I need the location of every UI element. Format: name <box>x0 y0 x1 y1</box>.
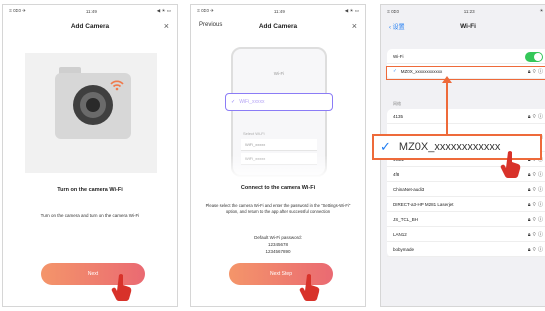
status-right: ◀ ☀ ▭ <box>156 8 171 13</box>
password-2: 1234567890 <box>265 249 291 254</box>
status-bar: Ξ 0Σ0 ✈ 11:49 ◀ ☀ ▭ <box>191 5 365 17</box>
networks-list: 4135🔒︎ ⌔ ⓘ 1012🔒︎ ⌔ ⓘ 4G22🔒︎ ⌔ ⓘ 4f8🔒︎ ⌔… <box>387 109 545 257</box>
status-time: 11:49 <box>273 8 285 14</box>
network-row[interactable]: bobymade 🔒︎ ⌔ ⓘ <box>387 242 545 257</box>
network-row[interactable]: DIRECT-a3-HP M281 Laserjet 🔒︎ ⌔ ⓘ <box>387 197 545 212</box>
page-title: Add Camera <box>70 22 110 30</box>
back-button[interactable]: ‹ 设置 <box>389 22 405 31</box>
status-bar: Ξ 0Σ0 ✈ 11:49 ◀ ☀ ▭ <box>3 5 177 17</box>
mock-section: Select Wi-Fi <box>243 131 265 136</box>
step-description: Please select the camera Wi-Fi and enter… <box>205 203 351 214</box>
network-name: ChinaNet-audi3 <box>393 186 425 192</box>
network-name: JS_TCL_BH <box>393 216 419 222</box>
previous-button[interactable]: Previous <box>199 22 222 28</box>
selected-wifi-name: WiFi_xxxxx <box>239 99 265 105</box>
wifi-toggle[interactable] <box>525 52 543 62</box>
network-name: LAN12 <box>393 231 407 237</box>
step-heading: Turn on the camera Wi-Fi <box>57 187 123 193</box>
add-camera-screen-1: Ξ 0Σ0 ✈ 11:49 ◀ ☀ ▭ Add Camera × Turn on… <box>2 4 178 307</box>
step-description: Turn on the camera and turn on the camer… <box>40 213 140 218</box>
close-icon[interactable]: × <box>352 21 357 31</box>
callout-network-name: MZ0X_xxxxxxxxxxxx <box>398 141 501 153</box>
highlight-frame <box>386 66 545 80</box>
network-icons: 🔒︎ ⌔ ⓘ <box>527 171 543 178</box>
wifi-toggle-row: Wi-Fi <box>387 49 545 64</box>
network-name: 4135 <box>393 113 404 119</box>
network-icons: 🔒︎ ⌔ ⓘ <box>527 231 543 238</box>
tap-hand-icon <box>299 274 320 301</box>
network-icons: 🔒︎ ⌔ ⓘ <box>527 216 543 223</box>
password-label: Default Wi-Fi password: <box>254 235 302 240</box>
status-time: 11:49 <box>85 8 97 14</box>
status-right: ◀ ☀ ▭ <box>344 8 359 13</box>
camera-illustration <box>25 53 157 173</box>
nav-bar: ‹ 设置 Wi-Fi <box>381 17 545 35</box>
network-row[interactable]: LAN12 🔒︎ ⌔ ⓘ <box>387 227 545 242</box>
page-title: Wi-Fi <box>460 22 476 30</box>
status-bar: Ξ 0Σ0 11:23 ☀ ▭ <box>381 5 545 17</box>
status-left: Ξ 0Σ0 ✈ <box>197 8 214 13</box>
network-row[interactable]: JS_TCL_BH 🔒︎ ⌔ ⓘ <box>387 212 545 227</box>
wifi-label: Wi-Fi <box>393 53 404 59</box>
check-icon: ✓ <box>231 99 236 105</box>
status-time: 11:23 <box>463 8 475 14</box>
network-name: bobymade <box>393 246 415 252</box>
network-icons: 🔒︎ ⌔ ⓘ <box>527 113 543 120</box>
network-row[interactable]: ChinaNet-audi3 🔒︎ ⌔ ⓘ <box>387 182 545 197</box>
network-icons: 🔒︎ ⌔ ⓘ <box>527 201 543 208</box>
mockup-fade <box>231 155 327 179</box>
network-icons: 🔒︎ ⌔ ⓘ <box>527 246 543 253</box>
close-icon[interactable]: × <box>164 21 169 31</box>
network-row[interactable]: 4135 🔒︎ ⌔ ⓘ <box>387 109 545 124</box>
status-left: Ξ 0Σ0 ✈ <box>9 8 26 13</box>
status-right: ☀ ▭ <box>539 8 545 13</box>
add-camera-screen-2: Ξ 0Σ0 ✈ 11:49 ◀ ☀ ▭ Previous Add Camera … <box>190 4 366 307</box>
network-icons: 🔒︎ ⌔ ⓘ <box>527 186 543 193</box>
step-heading: Connect to the camera Wi-Fi <box>240 185 316 191</box>
wifi-icon <box>110 80 124 91</box>
callout-arrow <box>446 80 448 134</box>
password-1: 12345678 <box>267 242 289 247</box>
tap-hand-icon <box>111 274 132 301</box>
network-name: 4f8 <box>393 171 400 177</box>
check-icon: ✓ <box>380 139 391 154</box>
nav-bar: Add Camera × <box>3 17 177 35</box>
status-left: Ξ 0Σ0 <box>387 8 399 14</box>
mock-row: WiFi_xxxxx <box>241 139 317 151</box>
callout-arrow-head <box>442 76 452 83</box>
network-name: DIRECT-a3-HP M281 Laserjet <box>393 201 454 207</box>
networks-section-label: 网络 <box>393 101 401 106</box>
page-title: Add Camera <box>258 22 298 30</box>
tap-hand-icon <box>500 151 521 178</box>
selected-wifi-row: ✓ WiFi_xxxxx <box>225 93 333 111</box>
camera-lens-center <box>86 98 100 112</box>
nav-bar: Previous Add Camera × <box>191 17 365 35</box>
mock-header: Wi-Fi <box>273 71 285 76</box>
